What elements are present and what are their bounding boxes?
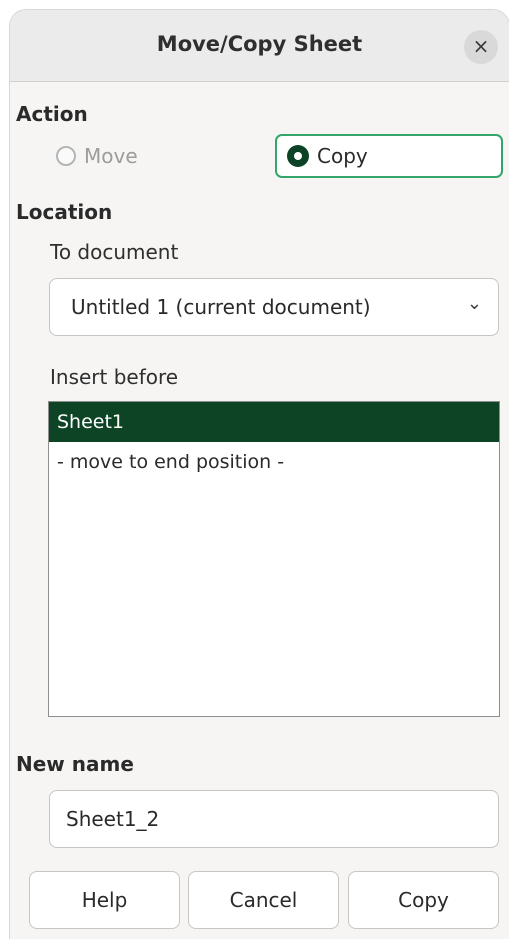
to-document-dropdown[interactable]: Untitled 1 (current document) ⌄ [49, 278, 499, 336]
chevron-down-icon: ⌄ [466, 293, 482, 314]
close-button[interactable]: × [464, 30, 498, 64]
copy-button[interactable]: Copy [348, 871, 499, 929]
insert-before-list[interactable]: Sheet1 - move to end position - [48, 401, 500, 717]
list-item-sheet1[interactable]: Sheet1 [49, 402, 499, 442]
location-heading: Location [16, 200, 113, 224]
move-radio[interactable]: Move [56, 144, 138, 168]
copy-radio[interactable]: Copy [287, 144, 368, 168]
title-bar: Move/Copy Sheet × [10, 10, 509, 82]
move-copy-sheet-dialog: Move/Copy Sheet × Action Move Copy Locat… [10, 10, 509, 939]
copy-radio-circle [287, 145, 309, 167]
to-document-label: To document [50, 240, 179, 264]
action-heading: Action [16, 102, 88, 126]
list-item-move-to-end[interactable]: - move to end position - [49, 442, 499, 482]
new-name-input[interactable] [49, 790, 499, 848]
dialog-title: Move/Copy Sheet [156, 32, 363, 56]
cancel-button[interactable]: Cancel [188, 871, 339, 929]
help-button[interactable]: Help [29, 871, 180, 929]
move-radio-circle [56, 146, 76, 166]
copy-radio-label: Copy [317, 144, 368, 168]
dropdown-value: Untitled 1 (current document) [71, 295, 371, 319]
insert-before-label: Insert before [50, 365, 179, 389]
move-radio-label: Move [84, 144, 138, 168]
new-name-heading: New name [16, 752, 134, 776]
close-icon: × [472, 34, 490, 58]
